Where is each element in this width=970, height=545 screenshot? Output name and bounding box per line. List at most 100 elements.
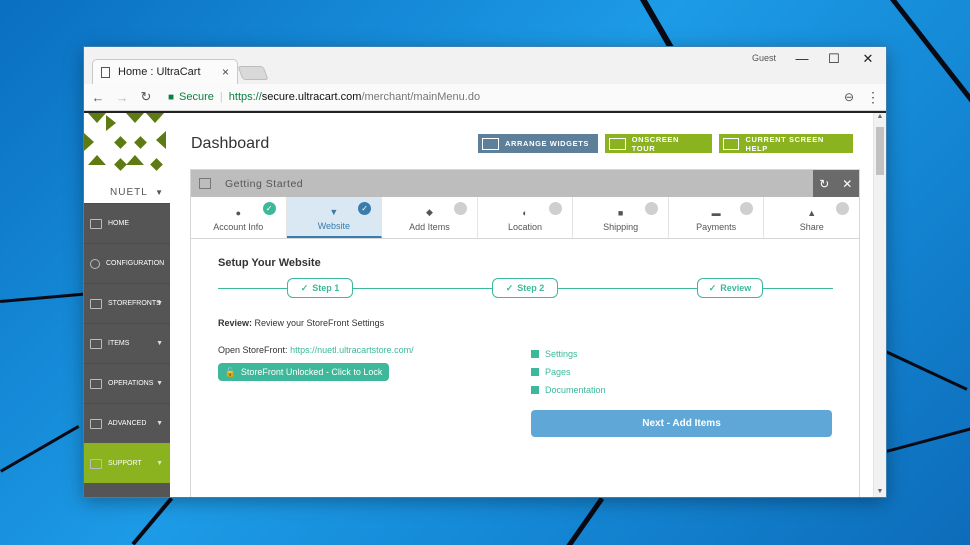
cart-icon: ▼ <box>329 206 339 217</box>
pending-dot-icon <box>644 202 658 215</box>
chevron-down-icon: ▼ <box>156 460 163 467</box>
wizard-step-label: Review <box>720 283 752 293</box>
link-label: Pages <box>545 367 571 377</box>
step-label: Payments <box>696 221 737 232</box>
account-selector[interactable]: NUETL ▼ <box>84 181 170 203</box>
step-label: Add Items <box>409 222 450 232</box>
lock-icon: ■ <box>168 91 175 103</box>
close-icon[interactable]: ✕ <box>842 177 853 191</box>
credit-card-icon: ▬ <box>711 207 721 218</box>
sidebar-item-label: OPERATIONS <box>108 380 154 387</box>
onscreen-tour-label: ONSCREEN TOUR <box>631 134 680 153</box>
step-share[interactable]: ▲ Share <box>764 197 859 238</box>
browser-window: Home : UltraCart × Guest — ☐ ✕ ← → ↻ ■ S… <box>84 47 886 497</box>
code-icon <box>90 418 102 429</box>
url-separator: | <box>219 91 223 103</box>
step-shipping[interactable]: ■ Shipping <box>573 197 669 238</box>
step-location[interactable]: ◐ Location <box>478 197 574 238</box>
main-content: Dashboard ARRANGE WIDGETS ONSCREEN TOUR … <box>170 113 886 497</box>
scroll-down-icon[interactable]: ▼ <box>874 488 886 495</box>
gear-icon <box>90 258 100 269</box>
tab-close-icon[interactable]: × <box>222 65 229 79</box>
wizard-step-label: Step 2 <box>517 283 545 293</box>
step-label: Share <box>799 221 824 232</box>
chevron-down-icon: ▼ <box>156 340 163 347</box>
step-label: Location <box>508 221 543 232</box>
forward-arrow-icon[interactable]: → <box>114 90 130 105</box>
panel-header: Getting Started ↻ ✕ <box>191 170 859 197</box>
new-tab-button[interactable] <box>237 66 269 80</box>
url-host: secure.ultracart.com <box>261 91 362 103</box>
wizard-step-review[interactable]: ✓ Review <box>697 278 763 298</box>
check-icon: ✓ <box>262 202 276 215</box>
next-add-items-button[interactable]: Next - Add Items <box>531 410 832 437</box>
tag-icon: ◆ <box>425 207 433 217</box>
sidebar-item-advanced[interactable]: ADVANCED ▼ <box>84 403 170 443</box>
step-label: Shipping <box>603 221 639 232</box>
sidebar-item-home[interactable]: HOME <box>84 203 170 243</box>
back-arrow-icon[interactable]: ← <box>90 90 106 105</box>
document-icon <box>531 386 539 394</box>
storefront-link[interactable]: https://nuetl.ultracartstore.com/ <box>290 345 414 355</box>
scroll-up-icon[interactable]: ▲ <box>874 113 886 120</box>
sidebar-item-support[interactable]: SUPPORT ▼ <box>84 443 170 483</box>
pending-dot-icon <box>549 202 563 215</box>
guest-profile-label[interactable]: Guest <box>752 53 776 63</box>
menu-dots-icon[interactable]: ⋮ <box>866 89 880 106</box>
sidebar-item-label: ADVANCED <box>108 420 147 427</box>
step-add-items[interactable]: ◆ Add Items <box>382 197 478 238</box>
close-window-button[interactable]: ✕ <box>858 51 878 67</box>
review-text: Review: Review your StoreFront Settings <box>218 318 384 328</box>
tab-title: Home : UltraCart <box>118 66 201 78</box>
url-path: /merchant/mainMenu.do <box>361 91 481 103</box>
unlock-icon: 🔓 <box>224 366 236 377</box>
browser-tab[interactable]: Home : UltraCart × <box>92 59 238 84</box>
settings-link[interactable]: Settings <box>531 345 606 363</box>
pages-link[interactable]: Pages <box>531 363 606 381</box>
storefront-icon <box>90 298 102 309</box>
zoom-icon[interactable]: ⊖ <box>844 90 854 104</box>
wizard-step-1[interactable]: ✓ Step 1 <box>287 278 353 298</box>
pending-dot-icon <box>740 202 754 215</box>
pending-dot-icon <box>453 202 467 215</box>
url-field[interactable]: ■ Secure | https:// secure.ultracart.com… <box>162 87 858 107</box>
onscreen-tour-button[interactable]: ONSCREEN TOUR <box>605 134 712 153</box>
scrollbar-thumb[interactable] <box>876 127 884 175</box>
step-payments[interactable]: ▬ Payments <box>669 197 765 238</box>
check-icon: ✓ <box>708 282 717 293</box>
wizard-step-2[interactable]: ✓ Step 2 <box>492 278 558 298</box>
step-website[interactable]: ▼ Website ✓ <box>286 197 383 238</box>
link-label: Documentation <box>545 385 606 395</box>
current-screen-help-button[interactable]: CURRENT SCREEN HELP <box>719 134 853 153</box>
sidebar-item-operations[interactable]: OPERATIONS ▼ <box>84 363 170 403</box>
check-icon: ✓ <box>358 202 372 215</box>
app-area: NUETL ▼ HOME CONFIGURATION STOREFRONTS ▼… <box>84 113 886 497</box>
documentation-link[interactable]: Documentation <box>531 381 606 399</box>
document-icon <box>101 66 110 78</box>
sidebar-item-configuration[interactable]: CONFIGURATION <box>84 243 170 283</box>
monitor-icon <box>609 137 626 150</box>
getting-started-steps: ● Account Info ✓ ▼ Website ✓ ◆ Add Items <box>191 197 859 239</box>
minimize-button[interactable]: — <box>792 51 812 66</box>
step-account-info[interactable]: ● Account Info ✓ <box>191 197 287 238</box>
user-icon: ● <box>235 207 241 218</box>
plus-square-icon <box>90 458 102 469</box>
storefront-lock-button[interactable]: 🔓 StoreFront Unlocked - Click to Lock <box>218 363 389 381</box>
maximize-button[interactable]: ☐ <box>824 51 844 67</box>
storefront-lock-label: StoreFront Unlocked - Click to Lock <box>240 367 383 377</box>
sidebar-item-label: HOME <box>108 220 129 227</box>
clipboard-icon <box>90 378 102 389</box>
page-scrollbar[interactable]: ▲ ▼ <box>873 113 886 497</box>
step-label: Account Info <box>213 221 264 232</box>
reload-icon[interactable]: ↻ <box>138 89 154 105</box>
sidebar-item-items[interactable]: ITEMS ▼ <box>84 323 170 363</box>
open-storefront: Open StoreFront: https://nuetl.ultracart… <box>218 345 414 355</box>
open-storefront-label: Open StoreFront: <box>218 345 288 355</box>
ultracart-logo: NUETL ▼ <box>84 113 170 203</box>
arrange-widgets-button[interactable]: ARRANGE WIDGETS <box>478 134 598 153</box>
setup-title: Setup Your Website <box>218 257 321 269</box>
sidebar-item-storefronts[interactable]: STOREFRONTS ▼ <box>84 283 170 323</box>
widgets-icon <box>482 137 499 150</box>
refresh-icon[interactable]: ↻ <box>819 177 830 191</box>
sidebar-item-label: CONFIGURATION <box>106 260 165 267</box>
